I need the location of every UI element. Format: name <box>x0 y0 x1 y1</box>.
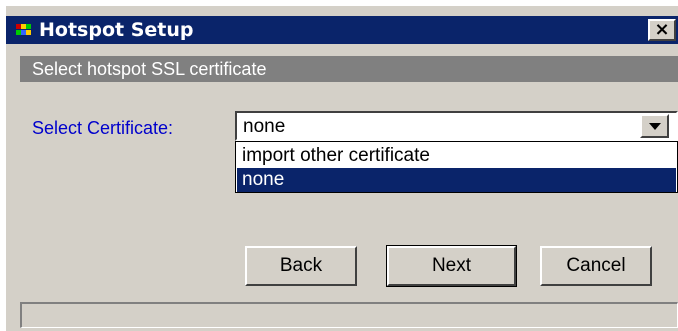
hotspot-setup-dialog: Hotspot Setup × Select hotspot SSL certi… <box>6 6 678 331</box>
dropdown-option-none[interactable]: none <box>237 168 676 192</box>
window-title: Hotspot Setup <box>39 19 194 41</box>
back-button[interactable]: Back <box>245 246 357 286</box>
certificate-select[interactable]: none <box>235 111 678 141</box>
close-button[interactable]: × <box>648 19 676 41</box>
cancel-button[interactable]: Cancel <box>540 246 652 286</box>
dropdown-arrow-button[interactable] <box>640 114 669 138</box>
title-bar[interactable]: Hotspot Setup × <box>6 16 678 44</box>
certificate-label: Select Certificate: <box>32 118 174 138</box>
next-button[interactable]: Next <box>386 245 517 287</box>
header-band: Select hotspot SSL certificate <box>20 56 678 82</box>
dropdown-option-import[interactable]: import other certificate <box>237 144 676 168</box>
certificate-select-value: none <box>243 116 286 137</box>
status-bar <box>20 302 678 328</box>
chevron-down-icon <box>649 123 661 130</box>
close-icon: × <box>654 19 670 40</box>
header-text: Select hotspot SSL certificate <box>32 59 267 79</box>
app-icon <box>16 22 34 38</box>
certificate-dropdown-list: import other certificate none <box>235 141 678 193</box>
